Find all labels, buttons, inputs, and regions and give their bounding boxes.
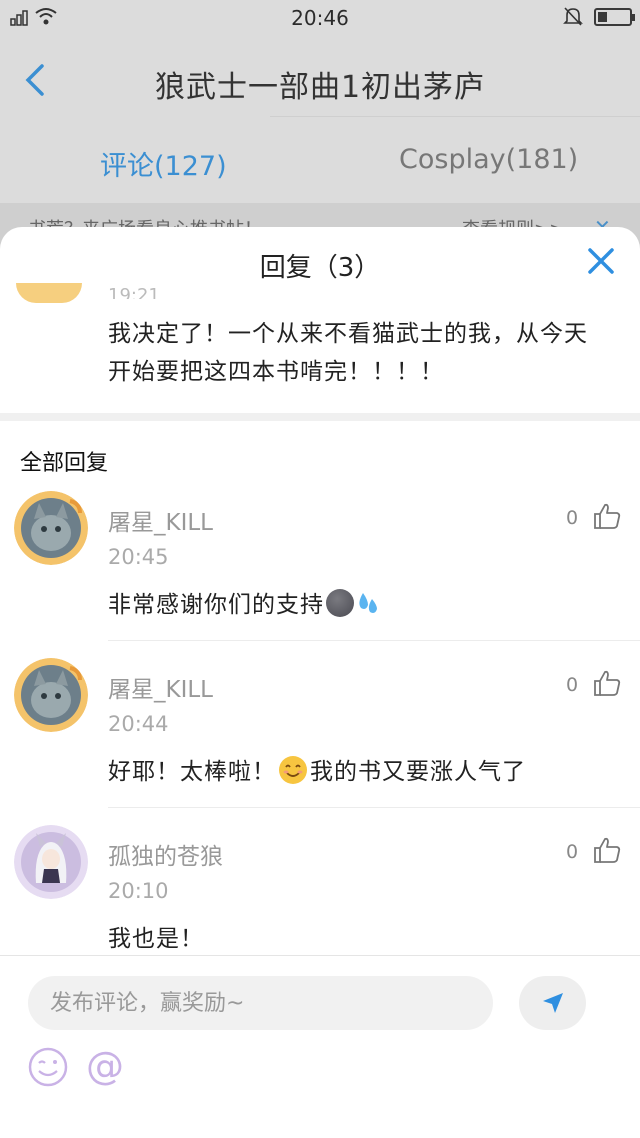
send-icon (543, 993, 563, 1013)
send-button[interactable] (519, 976, 586, 1030)
new-moon-emoji-icon (326, 589, 354, 617)
original-comment-text: 我决定了！一个从来不看猫武士的我，从今天开始要把这四本书啃完！！！！ (108, 321, 588, 385)
reply-timestamp: 20:45 (108, 545, 169, 569)
reply-text-content: 非常感谢你们的支持 (108, 592, 324, 618)
thumbs-up-icon[interactable] (592, 501, 622, 531)
thumbs-up-icon[interactable] (592, 668, 622, 698)
reply-divider (108, 640, 640, 641)
mention-button[interactable]: @ (86, 1044, 124, 1088)
like-count: 0 (566, 841, 579, 863)
reply-divider (108, 807, 640, 808)
avatar[interactable] (14, 491, 88, 565)
sheet-title: 回复（3） (259, 253, 381, 283)
emoji-icon[interactable] (27, 1046, 69, 1088)
section-divider (0, 413, 640, 421)
background-page: 20:46 狼武士一部曲1初出茅庐 评论(127) Cosplay(181) 书… (0, 0, 640, 263)
page-title: 狼武士一部曲1初出茅庐 (154, 70, 486, 105)
battery-level (598, 12, 607, 22)
reply-text-after: 我的书又要涨人气了 (310, 759, 526, 785)
reply-author[interactable]: 屠星_KILL (108, 670, 213, 704)
header-divider (270, 116, 640, 117)
thumbs-up-icon[interactable] (592, 835, 622, 865)
status-bar: 20:46 (0, 0, 640, 36)
avatar[interactable] (16, 283, 82, 303)
section-label: 全部回复 (20, 451, 109, 476)
reply-text-before: 好耶！太棒啦！ (108, 759, 276, 785)
close-icon[interactable] (586, 246, 616, 276)
list-item: 屠星_KILL 20:45 非常感谢你们的支持 0 (0, 485, 640, 645)
list-item: 屠星_KILL 20:44 好耶！太棒啦！ 我的书又要涨人气了 0 (0, 652, 640, 812)
reply-text: 我也是！ (108, 926, 204, 952)
reply-timestamp: 20:10 (108, 879, 169, 903)
reply-timestamp: 20:44 (108, 712, 169, 736)
reply-author[interactable]: 孤独的苍狼 (108, 837, 223, 871)
sweat-drops-emoji-icon (359, 593, 377, 613)
tab-comments[interactable]: 评论(127) (100, 144, 227, 183)
smiling-emoji-icon (279, 756, 307, 784)
clock: 20:46 (291, 6, 349, 30)
tab-cosplay[interactable]: Cosplay(181) (399, 144, 578, 175)
like-count: 0 (566, 507, 579, 529)
original-timestamp: 19:21 (108, 285, 160, 299)
like-count: 0 (566, 674, 579, 696)
reply-text: 非常感谢你们的支持 (108, 585, 380, 619)
reply-text: 好耶！太棒啦！ 我的书又要涨人气了 (108, 752, 526, 786)
avatar[interactable] (14, 658, 88, 732)
reply-author[interactable]: 屠星_KILL (108, 503, 213, 537)
avatar[interactable] (14, 825, 88, 899)
battery-icon (594, 8, 635, 26)
list-item: 孤独的苍狼 20:10 我也是！ 0 (0, 819, 640, 959)
mute-bell-icon (563, 7, 583, 26)
comment-input[interactable] (28, 976, 493, 1030)
comment-composer: @ (0, 955, 640, 1138)
